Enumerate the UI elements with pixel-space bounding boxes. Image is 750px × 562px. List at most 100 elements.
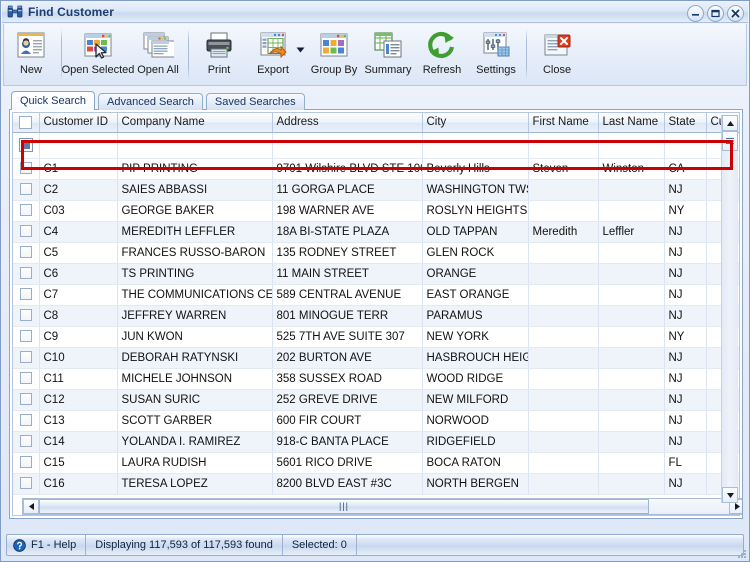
vertical-scroll-track[interactable] [722,151,738,487]
cell-first-name[interactable]: Meredith [528,221,599,243]
cell-company-name[interactable]: GEORGE BAKER [117,200,273,222]
cell-customer-id[interactable]: C13 [39,410,118,432]
cell-company-name[interactable]: TS PRINTING [117,263,273,285]
cell-city[interactable]: ROSLYN HEIGHTS [422,200,529,222]
row-checkbox-cell[interactable] [13,221,40,243]
cell-address[interactable]: 525 7TH AVE SUITE 307 [272,326,423,348]
cell-state[interactable]: NJ [664,347,707,369]
cell-state[interactable]: NJ [664,284,707,306]
tab-quick-search[interactable]: Quick Search [11,91,96,110]
row-checkbox-cell[interactable] [13,158,40,180]
table-row[interactable]: C03 GEORGE BAKER 198 WARNER AVE ROSLYN HEIG… [13,200,739,222]
cell-last-name[interactable] [598,305,665,327]
cell-customer-id[interactable]: C6 [39,263,118,285]
cell-first-name[interactable] [528,242,599,264]
cell-company-name[interactable]: SCOTT GARBER [117,410,273,432]
cell-city[interactable]: BOCA RATON [422,452,529,474]
filter-cell-last-name[interactable] [598,132,665,159]
cell-company-name[interactable]: MEREDITH LEFFLER [117,221,273,243]
table-row[interactable]: C13 SCOTT GARBER 600 FIR COURT NORWOOD NJ [13,410,739,432]
group-by-button[interactable]: Group By [307,25,361,83]
cell-address[interactable]: 589 CENTRAL AVENUE [272,284,423,306]
cell-state[interactable]: NJ [664,389,707,411]
row-checkbox[interactable] [19,330,32,343]
cell-last-name[interactable]: Leffler [598,221,665,243]
cell-last-name[interactable] [598,410,665,432]
open-all-button[interactable]: Open All [131,25,185,83]
cell-address[interactable]: 198 WARNER AVE [272,200,423,222]
tab-advanced-search[interactable]: Advanced Search [98,93,203,110]
vertical-scrollbar[interactable] [721,115,738,503]
print-button[interactable]: Print [192,25,246,83]
cell-last-name[interactable] [598,179,665,201]
cell-city[interactable]: NORTH BERGEN [422,473,529,495]
table-row[interactable]: C6 TS PRINTING 11 MAIN STREET ORANGE NJ [13,263,739,285]
summary-button[interactable]: Summary [361,25,415,83]
cell-address[interactable]: 202 BURTON AVE [272,347,423,369]
cell-city[interactable]: Beverly Hills [422,158,529,180]
column-header-address[interactable]: Address [272,113,423,133]
cell-customer-id[interactable]: C2 [39,179,118,201]
cell-city[interactable]: HASBROUCH HEIGH [422,347,529,369]
table-row[interactable]: C4 MEREDITH LEFFLER 18A BI-STATE PLAZA OLD … [13,221,739,243]
scroll-down-button[interactable] [722,487,738,503]
row-checkbox-cell[interactable] [13,305,40,327]
cell-last-name[interactable] [598,326,665,348]
column-header-state[interactable]: State [664,113,707,133]
cell-last-name[interactable] [598,473,665,495]
cell-state[interactable]: CA [664,158,707,180]
cell-address[interactable]: 11 MAIN STREET [272,263,423,285]
cell-address[interactable]: 5601 RICO DRIVE [272,452,423,474]
table-row[interactable]: C8 JEFFREY WARREN 801 MINOGUE TERR PARAMUS N… [13,305,739,327]
cell-state[interactable]: NY [664,200,707,222]
cell-last-name[interactable] [598,200,665,222]
cell-first-name[interactable] [528,431,599,453]
cell-last-name[interactable] [598,452,665,474]
cell-last-name[interactable] [598,242,665,264]
cell-company-name[interactable]: PIP PRINTING [117,158,273,180]
cell-address[interactable]: 918-C BANTA PLACE [272,431,423,453]
table-row[interactable]: C11 MICHELE JOHNSON 358 SUSSEX ROAD WOOD RI… [13,368,739,390]
table-row[interactable]: C7THE COMMUNICATIONS CENTER589 CENTRAL A… [13,284,739,306]
cell-city[interactable]: PARAMUS [422,305,529,327]
filter-cell-first-name[interactable] [528,132,599,159]
row-checkbox-cell[interactable] [13,473,40,495]
filter-cell-address[interactable] [272,132,423,159]
cell-address[interactable]: 600 FIR COURT [272,410,423,432]
cell-state[interactable]: NJ [664,221,707,243]
cell-first-name[interactable] [528,179,599,201]
row-checkbox-cell[interactable] [13,410,40,432]
row-checkbox[interactable] [19,162,32,175]
cell-last-name[interactable] [598,284,665,306]
refresh-button[interactable]: Refresh [415,25,469,83]
row-checkbox[interactable] [19,288,32,301]
cell-state[interactable]: NJ [664,431,707,453]
minimize-button[interactable] [687,5,704,22]
cell-first-name[interactable] [528,200,599,222]
filter-cell-company-name[interactable] [117,132,273,159]
cell-state[interactable]: FL [664,452,707,474]
cell-city[interactable]: ORANGE [422,263,529,285]
cell-company-name[interactable]: SUSAN SURIC [117,389,273,411]
cell-first-name[interactable] [528,389,599,411]
cell-last-name[interactable] [598,347,665,369]
cell-city[interactable]: NEW YORK [422,326,529,348]
cell-city[interactable]: WOOD RIDGE [422,368,529,390]
row-checkbox-cell[interactable] [13,368,40,390]
cell-company-name[interactable]: JUN KWON [117,326,273,348]
row-checkbox-cell[interactable] [13,284,40,306]
cell-state[interactable]: NJ [664,242,707,264]
row-checkbox-cell[interactable] [13,179,40,201]
export-button[interactable]: Export [246,25,300,83]
table-row[interactable]: C2 SAIES ABBASSI 11 GORGA PLACE WASHINGTON … [13,179,739,201]
row-checkbox[interactable] [19,183,32,196]
row-checkbox-cell[interactable] [13,347,40,369]
open-selected-button[interactable]: Open Selected [62,25,134,83]
cell-address[interactable]: 11 GORGA PLACE [272,179,423,201]
cell-company-name[interactable]: SAIES ABBASSI [117,179,273,201]
cell-company-name[interactable]: LAURA RUDISH [117,452,273,474]
cell-company-name[interactable]: DEBORAH RATYNSKI [117,347,273,369]
cell-customer-id[interactable]: C8 [39,305,118,327]
cell-address[interactable]: 358 SUSSEX ROAD [272,368,423,390]
cell-state[interactable]: NY [664,326,707,348]
